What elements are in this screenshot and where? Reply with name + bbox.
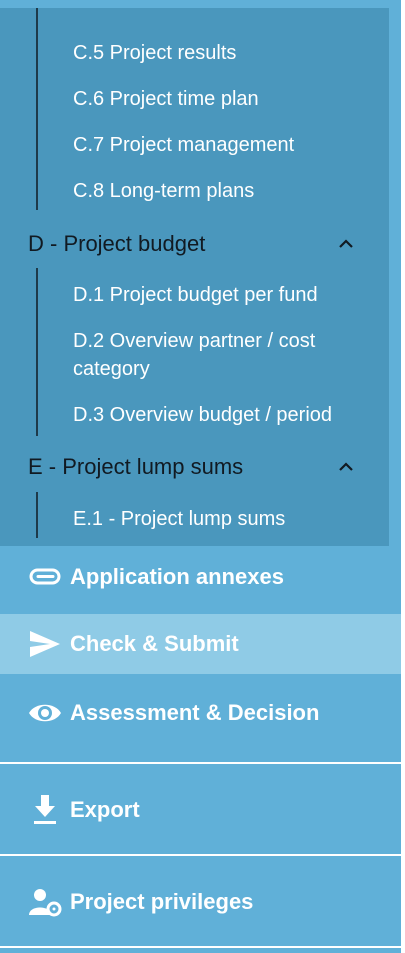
nav-item-application-annexes[interactable]: Application annexes [0,558,401,598]
sub-item-d2-overview-partner-cost[interactable]: D.2 Overview partner / cost category [73,327,315,383]
user-cog-icon [29,889,62,917]
section-header-d-project-budget[interactable]: D - Project budget [28,227,368,261]
sub-item-d2-line1: D.2 Overview partner / cost [73,330,316,352]
sub-item-d2-line2: category [73,358,150,380]
sub-item-wp1-cutoff[interactable]: WP1 [100,8,143,16]
paperclip-icon [29,568,61,585]
nav-divider [0,946,401,948]
section-header-e-project-lump-sums[interactable]: E - Project lump sums [28,450,368,484]
nav-label-check-submit: Check & Submit [70,631,239,656]
sub-item-c7-project-management[interactable]: C.7 Project management [73,131,294,159]
nav-label-application-annexes: Application annexes [70,564,284,589]
download-icon [34,795,56,824]
section-d-title: D - Project budget [28,231,206,256]
section-e-tree-line [36,492,38,538]
section-c-tree-line [36,8,38,210]
eye-icon [29,704,61,722]
right-edge-gap [401,0,405,953]
nav-label-assessment-decision: Assessment & Decision [70,700,320,725]
nav-item-assessment-decision[interactable]: Assessment & Decision [0,674,401,762]
send-icon [30,631,60,657]
section-d-tree-line [36,268,38,436]
sub-item-d3-overview-budget-period[interactable]: D.3 Overview budget / period [73,401,332,429]
page: WP1 C.5 Project results C.6 Project time… [0,0,405,953]
nav-label-project-privileges: Project privileges [70,889,254,914]
nav-item-check-submit[interactable]: Check & Submit [0,614,401,674]
chevron-up-icon[interactable] [336,450,356,484]
section-e-title: E - Project lump sums [28,454,244,479]
sidebar: WP1 C.5 Project results C.6 Project time… [0,0,401,953]
application-form-subpanel: WP1 C.5 Project results C.6 Project time… [0,8,389,546]
sub-item-e1-project-lump-sums[interactable]: E.1 - Project lump sums [73,505,285,533]
nav-item-export[interactable]: Export [0,764,401,854]
nav-label-export: Export [70,797,140,822]
sub-item-c8-long-term-plans[interactable]: C.8 Long-term plans [73,177,254,205]
nav-item-project-privileges[interactable]: Project privileges [0,856,401,946]
sub-item-c6-project-time-plan[interactable]: C.6 Project time plan [73,85,259,113]
chevron-up-icon[interactable] [336,227,356,261]
sub-item-c5-project-results[interactable]: C.5 Project results [73,39,236,67]
sub-item-d1-budget-per-fund[interactable]: D.1 Project budget per fund [73,281,318,309]
